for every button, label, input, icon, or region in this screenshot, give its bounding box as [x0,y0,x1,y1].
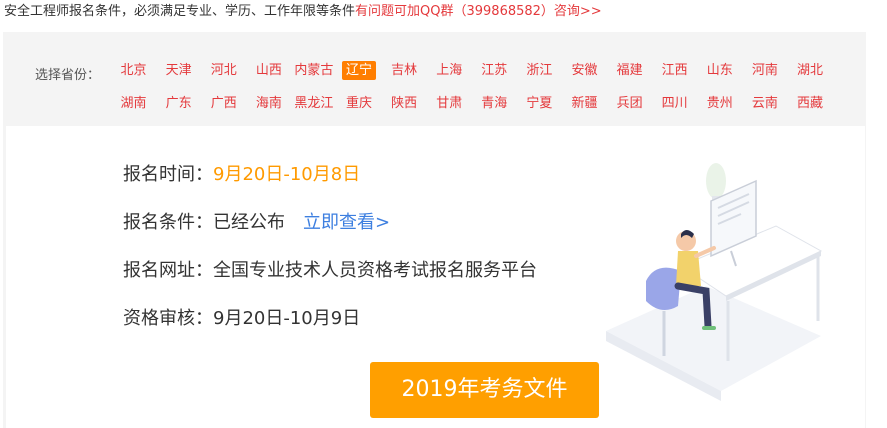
province-link[interactable]: 浙江 [517,61,562,81]
province-link[interactable]: 甘肃 [427,94,472,114]
province-link[interactable]: 黑龙江 [291,94,336,114]
province-link[interactable]: 天津 [156,61,201,81]
qualification-review-value: 9月20日-10月9日 [213,308,361,329]
province-link[interactable]: 安徽 [562,61,607,81]
person-at-computer-illustration [606,163,823,401]
province-link[interactable]: 贵州 [697,94,742,114]
registration-condition-label: 报名条件： [123,212,213,233]
province-link[interactable]: 北京 [111,61,156,81]
province-link[interactable]: 重庆 [336,94,381,114]
registration-site-label: 报名网址： [123,260,213,281]
province-link[interactable]: 河南 [742,61,787,81]
exam-documents-button[interactable]: 2019年考务文件 [370,362,599,418]
province-link[interactable]: 内蒙古 [291,61,336,81]
top-notice: 安全工程师报名条件，必须满足专业、学历、工作年限等条件有问题可加QQ群（3998… [4,3,602,21]
registration-time-label: 报名时间： [123,164,213,185]
province-link[interactable]: 新疆 [562,94,607,114]
province-link[interactable]: 湖北 [787,61,832,81]
province-link[interactable]: 兵团 [607,94,652,114]
qualification-review: 资格审核：9月20日-10月9日 [123,307,360,331]
registration-site: 报名网址：全国专业技术人员资格考试报名服务平台 [123,259,537,283]
province-link[interactable]: 福建 [607,61,652,81]
province-link[interactable]: 山西 [246,61,291,81]
province-link[interactable]: 江西 [652,61,697,81]
registration-time-value: 9月20日-10月8日 [213,164,361,185]
province-link[interactable]: 江苏 [472,61,517,81]
province-link[interactable]: 青海 [472,94,517,114]
province-link[interactable]: 陕西 [382,94,427,114]
province-link[interactable]: 上海 [427,61,472,81]
province-row-1: 北京 天津 河北 山西 内蒙古 辽宁 吉林 上海 江苏 浙江 安徽 福建 江西 … [111,61,833,81]
province-link[interactable]: 西藏 [787,94,832,114]
province-link[interactable]: 河北 [201,61,246,81]
province-link[interactable]: 海南 [246,94,291,114]
province-label: 选择省份： [35,68,101,83]
province-link[interactable]: 吉林 [382,61,427,81]
registration-time: 报名时间：9月20日-10月8日 [123,163,360,187]
province-link[interactable]: 广西 [201,94,246,114]
province-link[interactable]: 云南 [742,94,787,114]
notice-text: 安全工程师报名条件，必须满足专业、学历、工作年限等条件 [4,4,356,19]
province-link[interactable]: 广东 [156,94,201,114]
qualification-review-label: 资格审核： [123,308,213,329]
registration-condition-value: 已经公布 [213,212,285,233]
province-link[interactable]: 宁夏 [517,94,562,114]
registration-condition: 报名条件：已经公布 立即查看> [123,211,390,235]
province-selector: 选择省份： 北京 天津 河北 山西 内蒙古 辽宁 吉林 上海 江苏 浙江 安徽 … [3,32,866,126]
exam-info-card: 报名时间：9月20日-10月8日 报名条件：已经公布 立即查看> 报名网址：全国专… [6,126,865,428]
province-link[interactable]: 山东 [697,61,742,81]
province-link-active[interactable]: 辽宁 [336,61,381,81]
exam-panel: 选择省份： 北京 天津 河北 山西 内蒙古 辽宁 吉林 上海 江苏 浙江 安徽 … [3,32,866,428]
province-row-2: 湖南 广东 广西 海南 黑龙江 重庆 陕西 甘肃 青海 宁夏 新疆 兵团 四川 … [111,94,833,114]
province-link[interactable]: 四川 [652,94,697,114]
registration-site-value[interactable]: 全国专业技术人员资格考试报名服务平台 [213,260,537,281]
province-link[interactable]: 湖南 [111,94,156,114]
view-now-link[interactable]: 立即查看> [303,212,390,233]
qq-group-link[interactable]: 有问题可加QQ群（399868582）咨询>> [355,4,602,19]
